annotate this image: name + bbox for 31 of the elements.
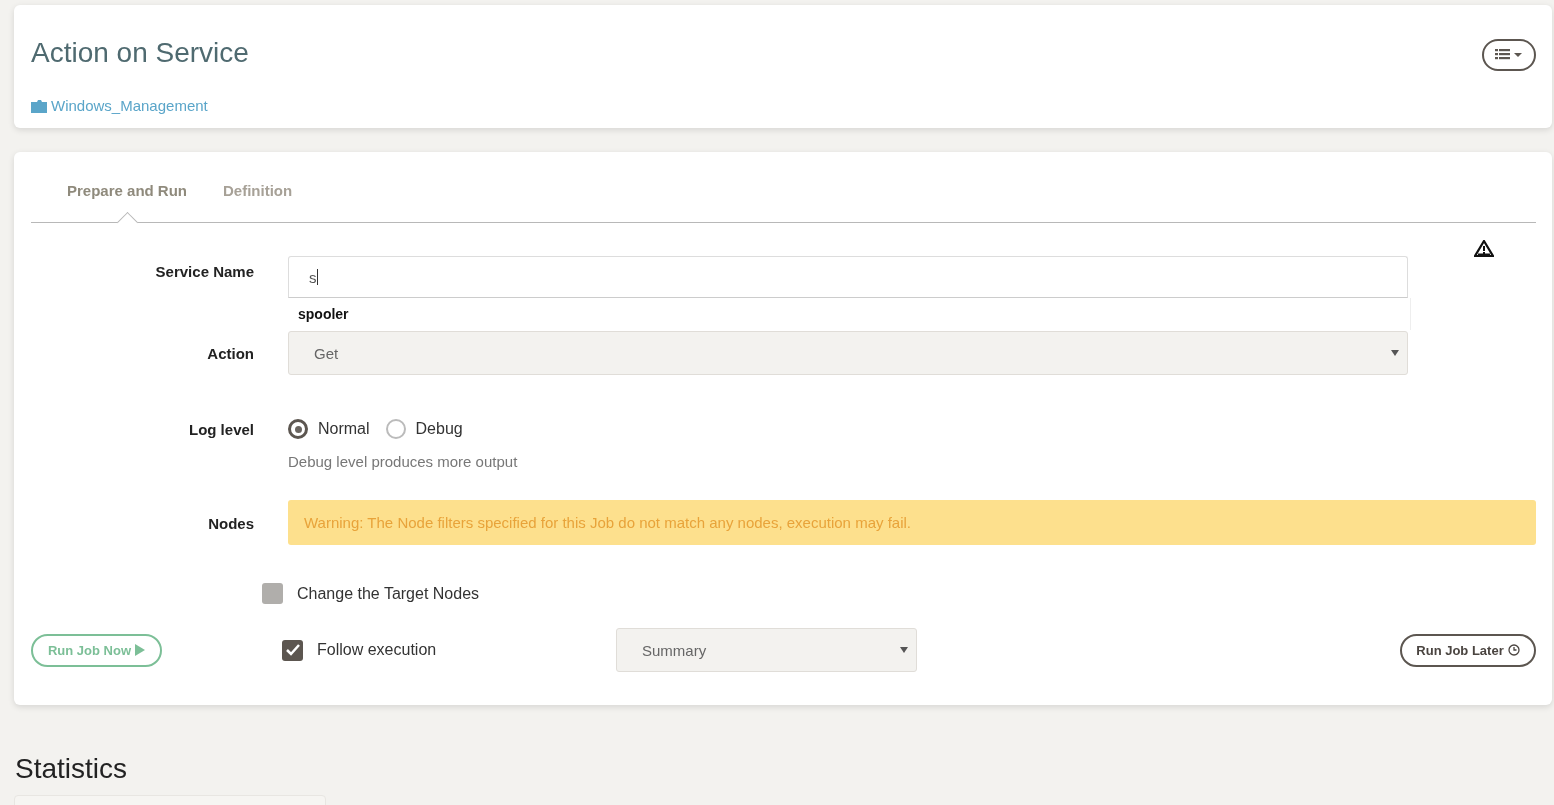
caret-icon bbox=[900, 647, 908, 653]
clock-icon bbox=[1507, 644, 1520, 656]
radio-option[interactable]: Normal bbox=[288, 419, 370, 439]
job-title: Action on Service bbox=[31, 37, 249, 69]
play-icon bbox=[135, 644, 145, 656]
run-job-later-button[interactable]: Run Job Later bbox=[1400, 633, 1536, 667]
checkbox[interactable] bbox=[262, 583, 283, 604]
folder-icon bbox=[31, 98, 47, 113]
checkbox-label: Change the Target Nodes bbox=[297, 584, 480, 603]
radio-button[interactable] bbox=[288, 419, 308, 439]
radio-label: Debug bbox=[415, 420, 463, 438]
option-label: Log level bbox=[187, 420, 254, 438]
group-link[interactable]: Windows_Management bbox=[31, 97, 208, 114]
service-name-input[interactable]: s bbox=[288, 256, 1408, 298]
warning-message: Warning: The Node filters specified for this Job do not match any nodes, execution may fail. bbox=[288, 500, 1536, 545]
radio-option[interactable]: Debug bbox=[385, 419, 463, 439]
help-text: Debug level produces more output bbox=[288, 453, 519, 470]
output-mode-select[interactable]: Summary bbox=[616, 628, 917, 672]
caret-icon bbox=[1391, 350, 1399, 356]
tab[interactable]: Prepare and Run bbox=[67, 182, 188, 222]
option-label: Action bbox=[206, 344, 254, 362]
checkbox-label: Follow execution bbox=[317, 641, 437, 659]
section-heading: Statistics bbox=[15, 753, 129, 785]
radio-label: Normal bbox=[318, 420, 370, 438]
action-select[interactable]: Get bbox=[288, 331, 1408, 375]
checkbox[interactable] bbox=[282, 639, 303, 661]
option-label: Service Name bbox=[154, 262, 254, 280]
radio-button[interactable] bbox=[385, 419, 406, 439]
actions-menu-button[interactable] bbox=[1482, 39, 1536, 71]
check-icon bbox=[285, 644, 300, 656]
option-label: Nodes bbox=[207, 514, 254, 532]
